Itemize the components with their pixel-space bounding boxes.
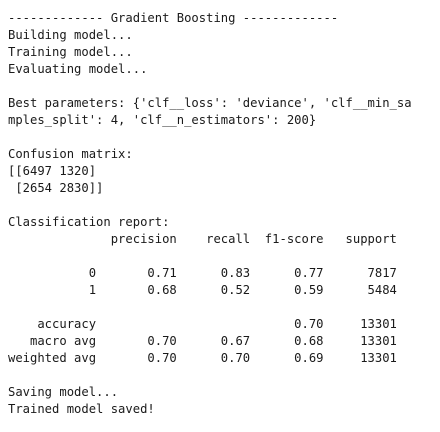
header-line: ------------- Gradient Boosting --------… bbox=[8, 11, 339, 25]
confusion-matrix-row-1: [[6497 1320] bbox=[8, 164, 97, 178]
confusion-matrix-row-2: [2654 2830]] bbox=[8, 181, 104, 195]
status-line-saved: Trained model saved! bbox=[8, 402, 155, 416]
report-header-row: precision recall f1-score support bbox=[8, 232, 397, 246]
classification-report-heading: Classification report: bbox=[8, 215, 170, 229]
report-row-macro-avg: macro avg 0.70 0.67 0.68 13301 bbox=[8, 334, 397, 348]
status-line-building: Building model... bbox=[8, 28, 133, 42]
console-output: ------------- Gradient Boosting --------… bbox=[0, 0, 440, 432]
report-row-weighted-avg: weighted avg 0.70 0.70 0.69 13301 bbox=[8, 351, 397, 365]
status-line-saving: Saving model... bbox=[8, 385, 119, 399]
status-line-evaluating: Evaluating model... bbox=[8, 62, 148, 76]
report-row-class-0: 0 0.71 0.83 0.77 7817 bbox=[8, 266, 397, 280]
best-parameters-line-1: Best parameters: {'clf__loss': 'deviance… bbox=[8, 96, 412, 110]
report-row-class-1: 1 0.68 0.52 0.59 5484 bbox=[8, 283, 397, 297]
status-line-training: Training model... bbox=[8, 45, 133, 59]
report-row-accuracy: accuracy 0.70 13301 bbox=[8, 317, 397, 331]
confusion-matrix-heading: Confusion matrix: bbox=[8, 147, 133, 161]
best-parameters-line-2: mples_split': 4, 'clf__n_estimators': 20… bbox=[8, 113, 317, 127]
